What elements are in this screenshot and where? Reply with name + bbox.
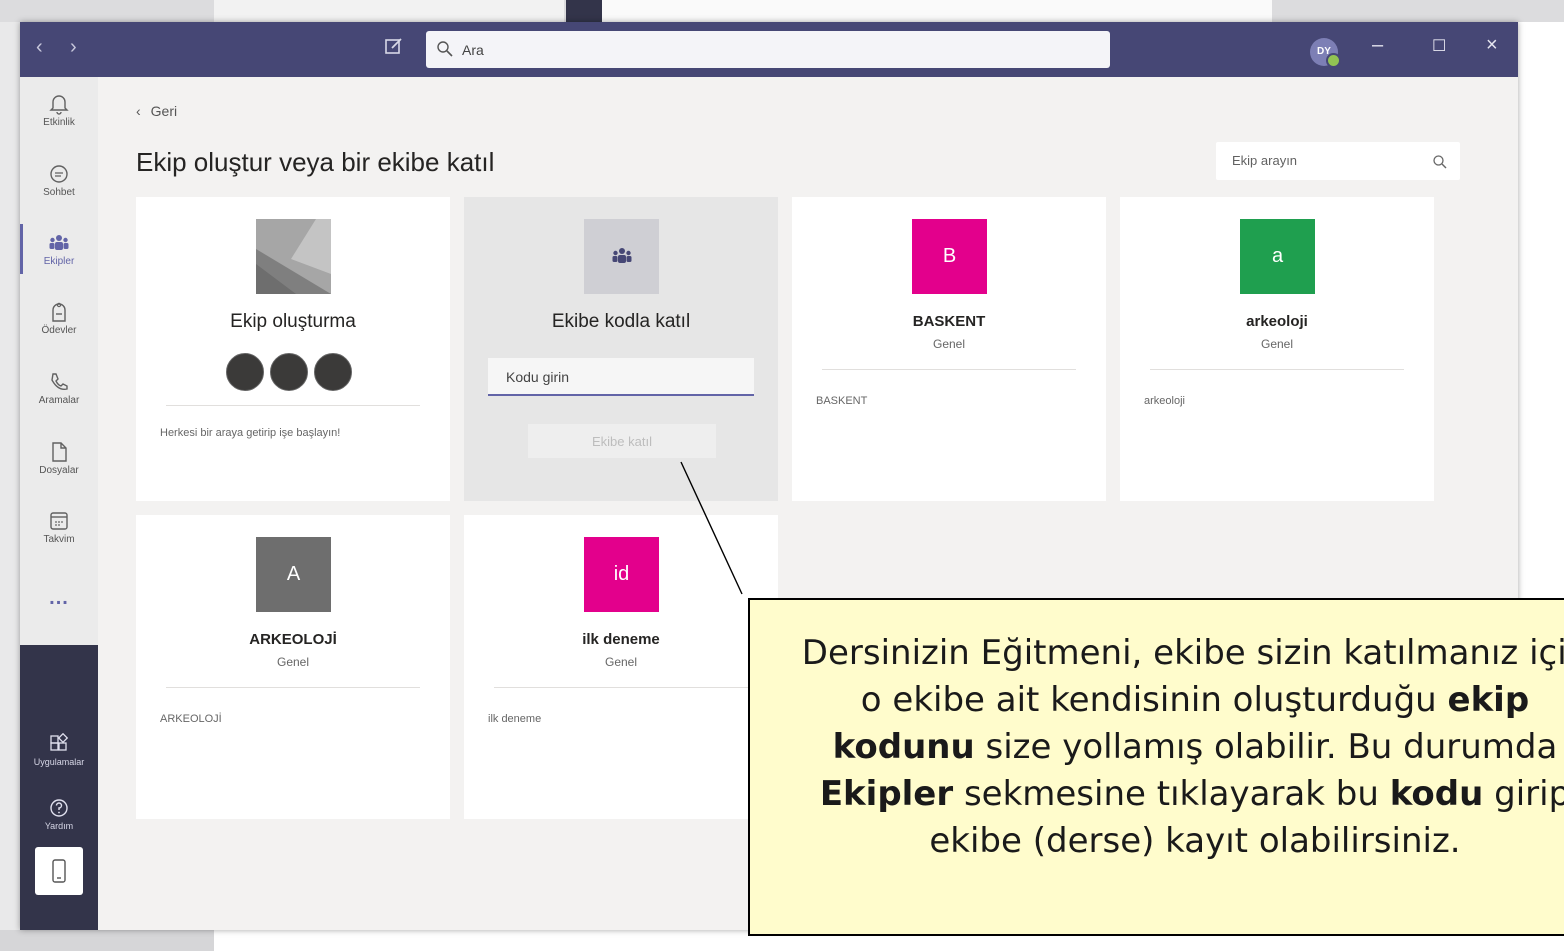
callout-line: Dersinizin Eğitmeni, ekibe sizin katılma… bbox=[801, 633, 1564, 673]
callout-box: Dersinizin Eğitmeni, ekibe sizin katılma… bbox=[748, 598, 1564, 936]
callout-line: Ekipler sekmesine tıklayarak bu kodu gir… bbox=[770, 771, 1564, 818]
callout-span: o ekibe ait kendisinin oluşturduğu bbox=[860, 680, 1448, 720]
callout-line: ekibe (derse) kayıt olabilirsiniz. bbox=[929, 821, 1461, 861]
callout-bold: kodunu bbox=[832, 727, 975, 767]
callout-text: Dersinizin Eğitmeni, ekibe sizin katılma… bbox=[770, 630, 1564, 865]
callout-span: sekmesine tıklayarak bu bbox=[953, 774, 1390, 814]
callout-bold: Ekipler bbox=[819, 774, 954, 814]
callout-span: girip bbox=[1483, 774, 1564, 814]
callout-bold: ekip bbox=[1447, 680, 1530, 720]
callout-bold: kodu bbox=[1389, 774, 1484, 814]
callout-span: size yollamış olabilir. Bu durumda bbox=[974, 727, 1558, 767]
callout-line: o ekibe ait kendisinin oluşturduğu ekip bbox=[770, 677, 1564, 724]
callout-line: kodunu size yollamış olabilir. Bu durumd… bbox=[770, 724, 1564, 771]
